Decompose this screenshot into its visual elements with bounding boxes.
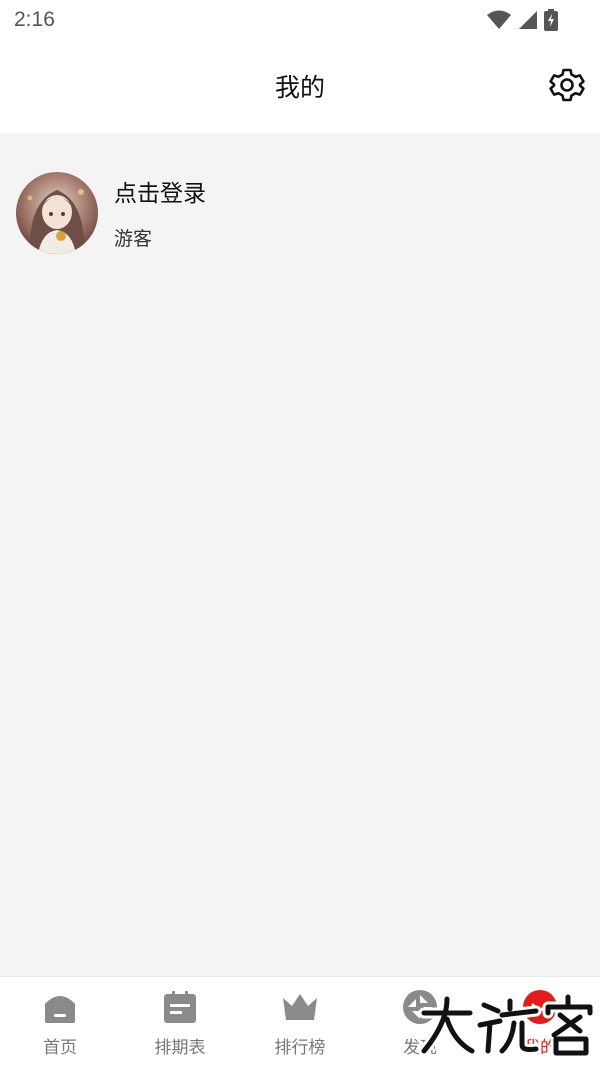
gear-icon — [549, 67, 585, 107]
nav-item-schedule[interactable]: 排期表 — [120, 977, 240, 1066]
nav-item-home[interactable]: 首页 — [0, 977, 120, 1066]
signal-icon — [518, 10, 538, 30]
avatar[interactable] — [16, 172, 98, 254]
home-icon — [42, 989, 78, 1025]
settings-button[interactable] — [548, 68, 586, 106]
watermark-logo — [418, 991, 598, 1059]
battery-charging-icon — [544, 9, 558, 31]
nav-label: 首页 — [43, 1038, 77, 1058]
login-prompt[interactable]: 点击登录 — [114, 174, 206, 208]
crown-icon — [282, 989, 318, 1025]
page-title: 我的 — [274, 73, 325, 102]
content-area: 点击登录 游客 — [0, 133, 600, 976]
nav-label: 排期表 — [154, 1038, 206, 1058]
status-time: 2:16 — [14, 8, 55, 31]
user-role-label: 游客 — [114, 228, 153, 250]
calendar-icon — [162, 989, 198, 1025]
status-bar: 2:16 — [0, 0, 600, 40]
profile-card[interactable]: 点击登录 游客 — [16, 172, 576, 254]
wifi-icon — [486, 10, 512, 30]
status-icons — [486, 8, 558, 32]
nav-item-ranking[interactable]: 排行榜 — [240, 977, 360, 1066]
nav-label: 排行榜 — [274, 1038, 326, 1058]
top-bar: 我的 — [0, 40, 600, 133]
